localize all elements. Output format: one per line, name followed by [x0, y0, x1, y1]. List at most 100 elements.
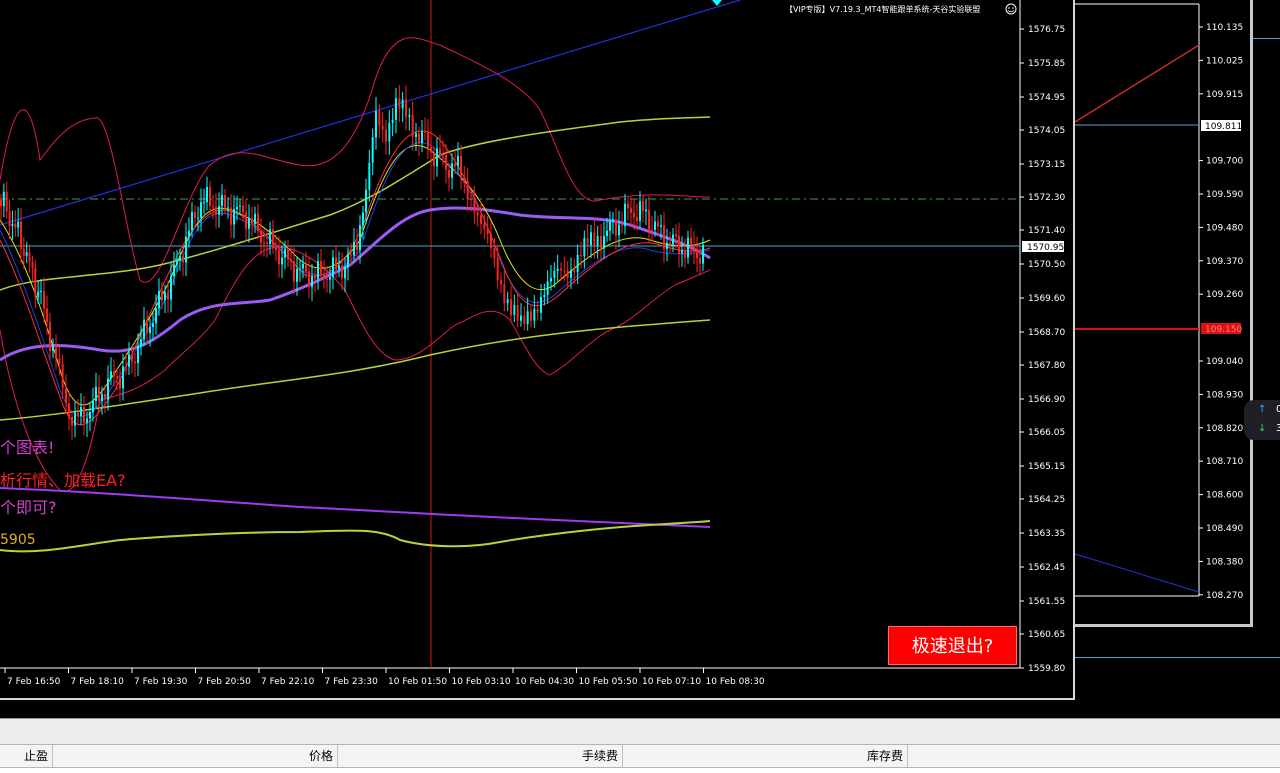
candle-body [590, 232, 592, 246]
candle-body [600, 235, 602, 249]
col-take-profit[interactable]: 止盈 [0, 745, 53, 767]
quick-exit-button[interactable]: 极速退出? [888, 626, 1017, 665]
candle-body [576, 254, 579, 273]
terminal-table-header: 止盈 价格 手续费 库存费 [0, 744, 1280, 768]
price-axis[interactable]: 1576.75 1575.85 1574.95 1574.05 1573.15 1572.… [1020, 25, 1065, 674]
candle-body [49, 321, 51, 351]
candle-body [131, 354, 133, 362]
candle-body [362, 212, 364, 226]
candle-body [411, 115, 414, 137]
col-swap[interactable]: 库存费 [623, 745, 908, 767]
candle-body [122, 366, 124, 389]
price-tick-label: 1564.25 [1028, 495, 1065, 505]
side-chart-window[interactable]: 110.135 110.025 109.915 109.700 109.590 109.4… [1074, 0, 1253, 627]
candle-body [236, 206, 238, 210]
candle-body [305, 263, 307, 272]
candle-body [254, 213, 256, 224]
down-count: 3 [1276, 423, 1280, 434]
price-tick-label: 1575.85 [1028, 59, 1065, 69]
terminal-table-row[interactable] [0, 768, 1280, 773]
candle-body [563, 270, 566, 272]
ma-fast-blue [0, 142, 711, 417]
candle-body [128, 354, 130, 367]
candle-body [302, 263, 304, 269]
price-tick-label: 1573.15 [1028, 160, 1065, 170]
side-price-tick-label: 109.260 [1206, 290, 1243, 300]
time-axis[interactable]: 7 Feb 16:50 7 Feb 18:10 7 Feb 19:30 7 Feb 2… [4, 668, 765, 687]
candle-body [503, 284, 506, 304]
candle-body [486, 228, 489, 234]
candle-body [284, 248, 286, 258]
candle-body [496, 258, 499, 280]
candle-body [227, 207, 229, 209]
time-tick-label: 10 Feb 04:30 [515, 677, 574, 687]
candle-body [540, 296, 542, 313]
candle-body [179, 255, 181, 260]
candle-body [46, 308, 48, 322]
candle-body [454, 163, 456, 167]
candle-body [523, 315, 526, 325]
candle-body [570, 270, 572, 278]
candle-body [388, 122, 391, 142]
candle-body [556, 268, 559, 271]
overlay-text-3: 个即可? [0, 498, 57, 517]
candle-body [194, 212, 196, 219]
candle-body [398, 98, 401, 109]
candle-body [596, 235, 599, 246]
candle-body [424, 131, 426, 133]
price-tick-label: 1565.15 [1028, 462, 1065, 472]
overlay-text-1: 个图表! [0, 438, 54, 457]
candle-body [221, 195, 223, 206]
candle-body [633, 212, 635, 218]
mini-signal-widget[interactable]: ↑ 0 ↓ 3 [1244, 400, 1280, 440]
side-price-chart[interactable]: 110.135 110.025 109.915 109.700 109.590 109.4… [1074, 0, 1250, 624]
candle-body [116, 376, 118, 378]
smiley-expert-icon[interactable] [1005, 3, 1017, 15]
overlay-text-2: 析行情、加载EA? [0, 471, 126, 490]
candle-body [152, 323, 154, 327]
candle-body [34, 268, 37, 297]
candle-body [185, 237, 187, 263]
candle-body [415, 133, 417, 137]
candle-body [436, 148, 438, 167]
candle-body [263, 242, 265, 244]
side-price-axis[interactable]: 110.135 110.025 109.915 109.700 109.590 109.4… [1199, 23, 1243, 601]
col-price[interactable]: 价格 [53, 745, 338, 767]
candle-body [197, 217, 199, 219]
candle-body [433, 152, 435, 167]
side-price-tick-label: 108.600 [1206, 491, 1243, 501]
candle-body [442, 154, 444, 156]
blue-trend-line[interactable] [0, 0, 741, 226]
candle-body [74, 412, 76, 426]
candle-body [448, 169, 450, 178]
candle-body [182, 255, 184, 263]
price-chart[interactable]: 个图表! 析行情、加载EA? 个即可? 5905 【VIP专版】V7.19.3_… [0, 0, 1073, 698]
candle-body [513, 304, 516, 315]
candle-body [22, 248, 25, 256]
col-commission[interactable]: 手续费 [338, 745, 623, 767]
side-price-tick-label: 108.710 [1206, 457, 1243, 467]
candle-body [37, 291, 40, 297]
candle-body [332, 257, 334, 278]
main-chart-window[interactable]: 个图表! 析行情、加载EA? 个即可? 5905 【VIP专版】V7.19.3_… [0, 0, 1075, 700]
candle-body [550, 277, 552, 282]
candle-body [586, 238, 589, 246]
time-tick-label: 10 Feb 08:30 [706, 677, 765, 687]
candle-body [31, 261, 34, 269]
side-blue-trend-line[interactable] [1074, 553, 1200, 593]
side-price-tick-label: 108.490 [1206, 524, 1243, 534]
candle-body [167, 292, 169, 300]
side-price-tick-label: 110.025 [1206, 56, 1243, 66]
side-price-tick-label: 110.135 [1206, 23, 1243, 33]
candle-body [293, 261, 295, 282]
candle-body [80, 407, 82, 417]
side-red-trend-line[interactable] [1074, 44, 1200, 123]
candle-body [533, 308, 536, 321]
candle-body [427, 132, 429, 148]
candle-body [11, 223, 14, 227]
candle-body [666, 242, 668, 249]
time-tick-label: 10 Feb 05:50 [579, 677, 638, 687]
candle-body [290, 259, 292, 262]
candle-body [239, 205, 241, 207]
candle-body [385, 129, 387, 142]
